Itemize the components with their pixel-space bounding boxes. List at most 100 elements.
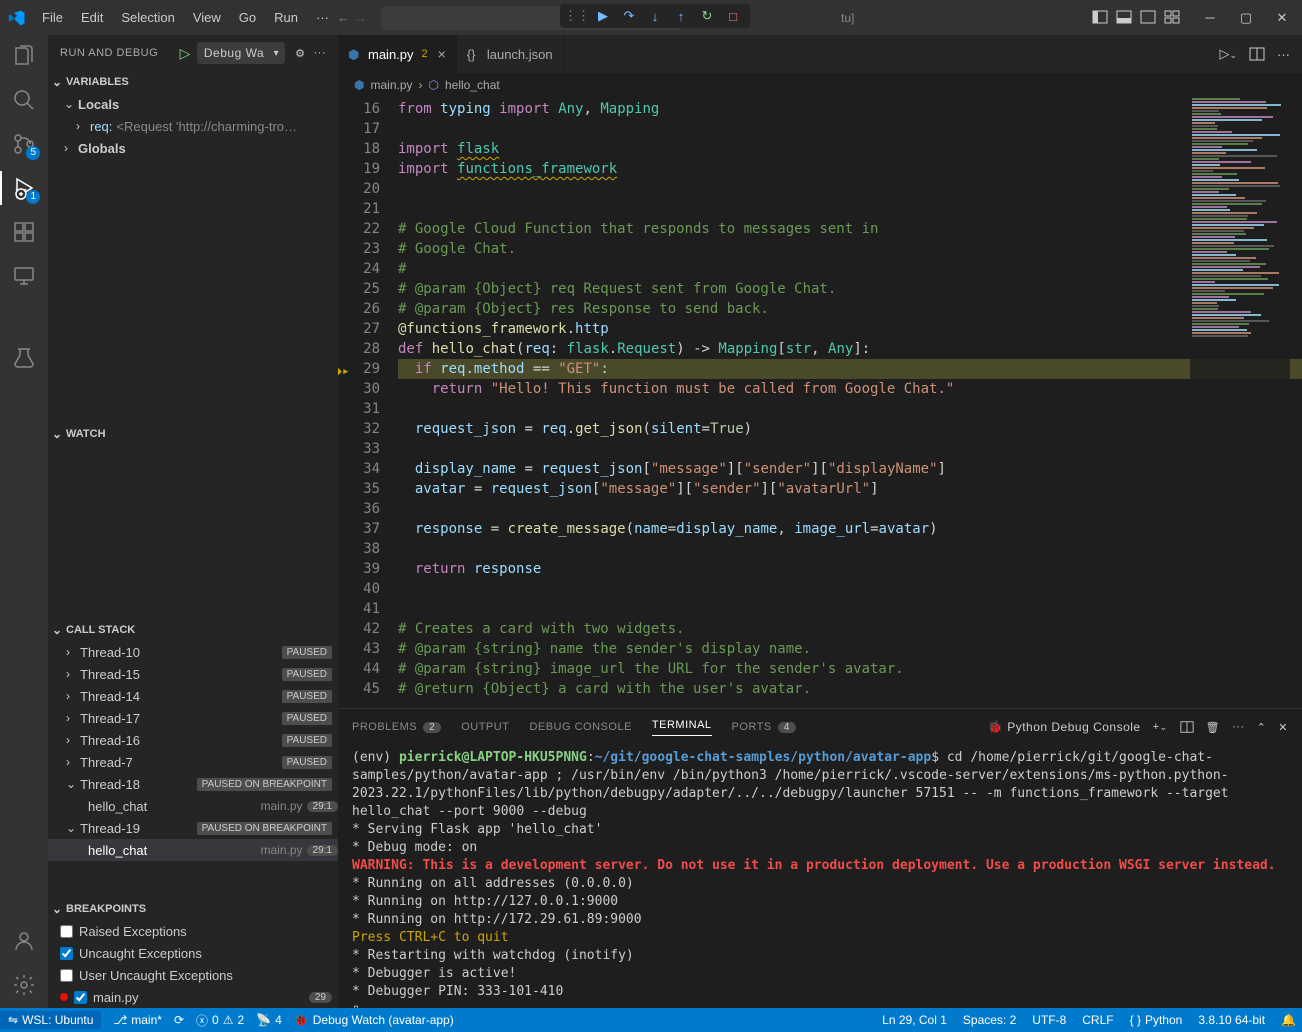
menu-file[interactable]: File — [34, 6, 71, 29]
locals-scope[interactable]: ⌄Locals — [48, 93, 338, 115]
debug-settings-gear-icon[interactable]: ⚙ — [295, 47, 305, 60]
close-tab-icon[interactable]: × — [438, 46, 446, 62]
python-file-icon: ⬢ — [354, 78, 364, 92]
breakpoint-file-checkbox[interactable] — [74, 991, 87, 1004]
status-bar: ⇋WSL: Ubuntu ⎇main* ⟳ ⓧ0 ⚠2 📡4 🐞Debug Wa… — [0, 1008, 1302, 1032]
panel-tab-terminal[interactable]: TERMINAL — [652, 719, 712, 736]
toggle-panel-icon[interactable] — [1116, 9, 1134, 27]
new-terminal-icon[interactable]: +⌄ — [1153, 721, 1168, 733]
minimize-icon[interactable]: ─ — [1198, 6, 1222, 30]
split-editor-icon[interactable] — [1249, 46, 1265, 62]
restart-icon[interactable]: ↻ — [698, 7, 716, 25]
run-debug-icon[interactable]: 1 — [11, 175, 37, 201]
nav-forward-icon[interactable]: → — [354, 10, 367, 25]
close-window-icon[interactable]: ✕ — [1270, 6, 1294, 30]
terminal-profile[interactable]: 🐞 Python Debug Console — [988, 720, 1141, 734]
explorer-icon[interactable] — [11, 43, 37, 69]
thread-row[interactable]: ⌄Thread-18PAUSED ON BREAKPOINT — [48, 773, 338, 795]
breadcrumb-segment[interactable]: main.py — [370, 78, 412, 92]
kill-terminal-icon[interactable]: 🗑 — [1206, 721, 1220, 734]
toggle-primary-sidebar-icon[interactable] — [1092, 9, 1110, 27]
breadcrumb-segment[interactable]: hello_chat — [445, 78, 500, 92]
thread-row[interactable]: ›Thread-7PAUSED — [48, 751, 338, 773]
git-branch[interactable]: ⎇main* — [113, 1013, 162, 1027]
variable-req[interactable]: ›req:<Request 'http://charming-tro… — [48, 115, 338, 137]
variables-section-header[interactable]: ⌄VARIABLES — [48, 71, 338, 93]
breakpoint-category[interactable]: Raised Exceptions — [48, 920, 338, 942]
encoding[interactable]: UTF-8 — [1032, 1013, 1066, 1027]
panel-tab-problems[interactable]: PROBLEMS2 — [352, 721, 441, 733]
stack-frame[interactable]: hello_chatmain.py29:1 — [48, 795, 338, 817]
menu-go[interactable]: Go — [231, 6, 264, 29]
accounts-icon[interactable] — [11, 928, 37, 954]
toggle-secondary-sidebar-icon[interactable] — [1140, 9, 1158, 27]
breakpoints-section-header[interactable]: ⌄BREAKPOINTS — [48, 898, 338, 920]
notifications-icon[interactable]: 🔔 — [1281, 1013, 1296, 1027]
menu-edit[interactable]: Edit — [73, 6, 111, 29]
indentation[interactable]: Spaces: 2 — [963, 1013, 1016, 1027]
breakpoint-checkbox[interactable] — [60, 969, 73, 982]
stop-icon[interactable]: □ — [724, 7, 742, 25]
continue-icon[interactable]: ▶ — [594, 7, 612, 25]
code-editor[interactable]: 16171819202122232425262728◆▸293031323334… — [338, 97, 1302, 708]
step-out-icon[interactable]: ↑ — [672, 7, 690, 25]
panel-more-icon[interactable]: ··· — [1232, 721, 1245, 733]
source-control-icon[interactable]: 5 — [11, 131, 37, 157]
remote-explorer-icon[interactable] — [11, 263, 37, 289]
settings-gear-icon[interactable] — [11, 972, 37, 998]
panel-tab-ports[interactable]: PORTS4 — [732, 721, 796, 733]
breakpoint-category[interactable]: User Uncaught Exceptions — [48, 964, 338, 986]
debug-status[interactable]: 🐞Debug Watch (avatar-app) — [294, 1013, 454, 1027]
breakpoint-category[interactable]: Uncaught Exceptions — [48, 942, 338, 964]
terminal[interactable]: (env) pierrick@LAPTOP-HKU5PNNG:~/git/goo… — [338, 745, 1302, 1008]
launch-config-select[interactable]: Debug Wa — [197, 42, 285, 64]
menu-···[interactable]: ··· — [308, 6, 337, 29]
search-icon[interactable] — [11, 87, 37, 113]
menu-run[interactable]: Run — [266, 6, 306, 29]
step-into-icon[interactable]: ↓ — [646, 7, 664, 25]
minimap[interactable] — [1190, 97, 1290, 497]
customize-layout-icon[interactable] — [1164, 9, 1182, 27]
globals-scope[interactable]: ›Globals — [48, 137, 338, 159]
panel-tab-debug-console[interactable]: DEBUG CONSOLE — [529, 721, 631, 733]
maximize-icon[interactable]: ▢ — [1234, 6, 1258, 30]
breakpoint-file[interactable]: main.py 29 — [48, 986, 338, 1008]
menu-view[interactable]: View — [185, 6, 229, 29]
step-over-icon[interactable]: ↷ — [620, 7, 638, 25]
thread-row[interactable]: ›Thread-17PAUSED — [48, 707, 338, 729]
maximize-panel-icon[interactable]: ⌃ — [1257, 721, 1267, 734]
testing-icon[interactable] — [11, 345, 37, 371]
stack-frame[interactable]: hello_chatmain.py29:1 — [48, 839, 338, 861]
git-sync[interactable]: ⟳ — [174, 1013, 184, 1027]
nav-back-icon[interactable]: ← — [337, 10, 350, 25]
eol[interactable]: CRLF — [1082, 1013, 1113, 1027]
thread-row[interactable]: ›Thread-16PAUSED — [48, 729, 338, 751]
breakpoint-checkbox[interactable] — [60, 925, 73, 938]
more-actions-icon[interactable]: ··· — [314, 47, 327, 59]
python-interpreter[interactable]: 3.8.10 64-bit — [1198, 1013, 1265, 1027]
thread-row[interactable]: ›Thread-10PAUSED — [48, 641, 338, 663]
ports-status[interactable]: 📡4 — [256, 1013, 282, 1027]
panel-tab-output[interactable]: OUTPUT — [461, 721, 509, 733]
start-debug-icon[interactable]: ▷ — [180, 45, 191, 62]
thread-row[interactable]: ›Thread-14PAUSED — [48, 685, 338, 707]
breakpoint-checkbox[interactable] — [60, 947, 73, 960]
cursor-position[interactable]: Ln 29, Col 1 — [882, 1013, 947, 1027]
tab-main-py[interactable]: ⬢main.py2× — [338, 35, 457, 73]
thread-row[interactable]: ⌄Thread-19PAUSED ON BREAKPOINT — [48, 817, 338, 839]
close-panel-icon[interactable]: ✕ — [1278, 721, 1288, 734]
remote-indicator[interactable]: ⇋WSL: Ubuntu — [0, 1011, 101, 1029]
watch-section-header[interactable]: ⌄WATCH — [48, 423, 338, 445]
drag-handle-icon[interactable]: ⋮⋮ — [568, 7, 586, 25]
problems-status[interactable]: ⓧ0 ⚠2 — [196, 1012, 244, 1029]
extensions-icon[interactable] — [11, 219, 37, 245]
callstack-section-header[interactable]: ⌄CALL STACK — [48, 619, 338, 641]
language-mode[interactable]: { } Python — [1130, 1013, 1183, 1027]
tab-launch-json[interactable]: {}launch.json — [457, 35, 564, 73]
breadcrumbs[interactable]: ⬢ main.py › ⬡ hello_chat — [338, 73, 1302, 97]
thread-row[interactable]: ›Thread-15PAUSED — [48, 663, 338, 685]
run-editor-icon[interactable]: ▷⌄ — [1219, 46, 1237, 62]
more-editor-actions-icon[interactable]: ··· — [1277, 47, 1290, 62]
split-terminal-icon[interactable] — [1180, 720, 1194, 734]
menu-selection[interactable]: Selection — [113, 6, 182, 29]
